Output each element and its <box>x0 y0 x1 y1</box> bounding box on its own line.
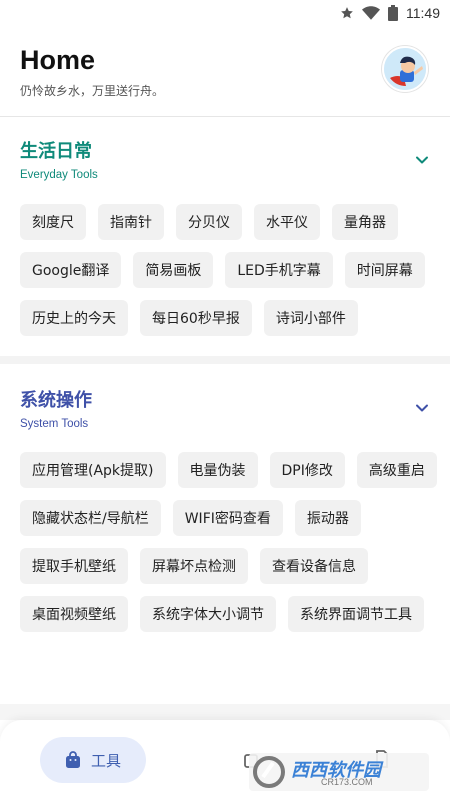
tool-chip-ruler[interactable]: 刻度尺 <box>20 204 86 240</box>
tool-chip-decibel-meter[interactable]: 分贝仪 <box>176 204 242 240</box>
tool-chip-sketchpad[interactable]: 简易画板 <box>133 252 214 288</box>
tool-chip-poetry-widget[interactable]: 诗词小部件 <box>263 300 358 336</box>
tool-chip-led-subtitle[interactable]: LED手机字幕 <box>225 252 333 288</box>
tool-chip-list: 应用管理(Apk提取) 电量伪装 DPI修改 高级重启 隐藏状态栏/导航栏 WI… <box>20 452 440 632</box>
tool-chip-dpi-modify[interactable]: DPI修改 <box>269 452 345 488</box>
section-divider <box>0 704 450 720</box>
shopping-bag-icon <box>65 751 80 768</box>
chevron-down-icon[interactable] <box>414 400 430 416</box>
tool-chip-list: 刻度尺 指南针 分贝仪 水平仪 量角器 Google翻译 简易画板 LED手机字… <box>20 204 440 336</box>
tool-chip-extract-wallpaper[interactable]: 提取手机壁纸 <box>20 548 128 584</box>
section-subtitle: System Tools <box>20 418 89 430</box>
chevron-down-icon[interactable] <box>414 152 430 168</box>
star-icon <box>340 6 354 20</box>
tool-chip-protractor[interactable]: 量角器 <box>332 204 398 240</box>
tool-chip-dead-pixel-test[interactable]: 屏幕坏点检测 <box>140 548 248 584</box>
tool-chip-clock-screen[interactable]: 时间屏幕 <box>344 252 425 288</box>
tool-chip-level[interactable]: 水平仪 <box>254 204 320 240</box>
section-title: 生活日常 <box>20 141 92 162</box>
tool-chip-app-manager[interactable]: 应用管理(Apk提取) <box>20 452 166 488</box>
page-header: Home 仍怜故乡水，万里送行舟。 <box>20 40 430 110</box>
avatar[interactable] <box>382 46 428 92</box>
page-subtitle: 仍怜故乡水，万里送行舟。 <box>20 84 165 98</box>
tool-chip-compass[interactable]: 指南针 <box>98 204 164 240</box>
section-title: 系统操作 <box>20 390 92 411</box>
tool-chip-hide-bars[interactable]: 隐藏状态栏/导航栏 <box>20 500 161 536</box>
tool-chip-device-info[interactable]: 查看设备信息 <box>260 548 368 584</box>
watermark-subtext: CR173.COM <box>321 777 373 787</box>
tool-chip-wifi-password[interactable]: WIFI密码查看 <box>172 500 283 536</box>
section-subtitle: Everyday Tools <box>20 169 98 181</box>
tool-chip-video-wallpaper[interactable]: 桌面视频壁纸 <box>20 596 128 632</box>
avatar-illustration-icon <box>384 48 426 90</box>
tool-chip-font-size[interactable]: 系统字体大小调节 <box>140 596 276 632</box>
section-divider <box>0 356 450 364</box>
battery-icon <box>388 5 398 21</box>
watermark: 西西软件园 CR173.COM <box>249 753 429 791</box>
tool-chip-daily-news[interactable]: 每日60秒早报 <box>140 300 252 336</box>
wifi-icon <box>362 6 380 20</box>
tool-chip-battery-spoof[interactable]: 电量伪装 <box>177 452 258 488</box>
tool-chip-vibrator[interactable]: 振动器 <box>294 500 361 536</box>
status-bar: 11:49 <box>0 0 450 26</box>
nav-tab-tools[interactable]: 工具 <box>40 737 146 783</box>
status-time: 11:49 <box>406 5 440 21</box>
section-system-tools: 系统操作 System Tools 应用管理(Apk提取) 电量伪装 DPI修改… <box>0 364 450 704</box>
section-everyday-tools: 生活日常 Everyday Tools 刻度尺 指南针 分贝仪 水平仪 量角器 … <box>0 117 450 357</box>
tool-chip-today-in-history[interactable]: 历史上的今天 <box>20 300 128 336</box>
page-title: Home <box>20 45 96 75</box>
tool-chip-advanced-reboot[interactable]: 高级重启 <box>356 452 437 488</box>
nav-tab-tools-label: 工具 <box>90 751 121 770</box>
tool-chip-google-translate[interactable]: Google翻译 <box>20 252 122 288</box>
tool-chip-system-ui-tuner[interactable]: 系统界面调节工具 <box>288 596 424 632</box>
